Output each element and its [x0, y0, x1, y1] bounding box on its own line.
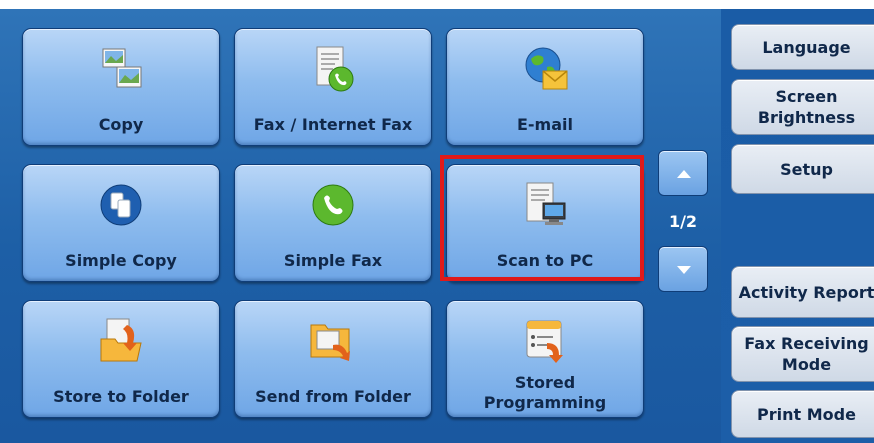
simple-fax-tile[interactable]: Simple Fax [234, 164, 432, 282]
send-from-folder-label: Send from Folder [255, 387, 411, 406]
simple-copy-tile[interactable]: Simple Copy [22, 164, 220, 282]
scan-to-pc-label: Scan to PC [496, 251, 594, 270]
language-button[interactable]: Language [731, 24, 874, 70]
fax-receiving-mode-line1: Fax Receiving [744, 334, 869, 353]
screen-brightness-line2: Brightness [757, 108, 856, 127]
page-down-button[interactable] [658, 246, 708, 292]
setup-button[interactable]: Setup [731, 144, 874, 194]
print-mode-button[interactable]: Print Mode [731, 390, 874, 438]
store-to-folder-tile[interactable]: Store to Folder [22, 300, 220, 418]
email-label: E-mail [516, 115, 573, 134]
arrow-up-icon [677, 170, 691, 178]
fax-internet-fax-label: Fax / Internet Fax [253, 115, 413, 134]
activity-report-label: Activity Report [738, 282, 874, 302]
stored-programming-label-line1: Stored [514, 373, 576, 392]
simple-copy-icon [100, 184, 142, 226]
send-from-folder-tile[interactable]: Send from Folder [234, 300, 432, 418]
phone-icon [312, 184, 354, 226]
stored-programming-icon [526, 320, 563, 363]
copy-icon [102, 48, 142, 88]
print-mode-label: Print Mode [757, 404, 856, 424]
fax-receiving-mode-button[interactable]: Fax Receiving Mode [731, 326, 874, 382]
scan-to-pc-icon [526, 182, 566, 225]
stored-programming-label-line2: Programming [483, 393, 607, 412]
simple-copy-label: Simple Copy [65, 251, 177, 270]
store-to-folder-label: Store to Folder [53, 387, 189, 406]
stored-programming-label: Stored Programming [447, 373, 643, 413]
stored-programming-tile[interactable]: Stored Programming [446, 300, 644, 418]
setup-label: Setup [780, 160, 833, 179]
fax-receiving-mode-line2: Mode [781, 355, 832, 374]
page-up-button[interactable] [658, 150, 708, 196]
email-globe-icon [525, 47, 568, 90]
fax-document-icon [316, 46, 354, 92]
page-indicator: 1/2 [668, 212, 698, 231]
screen-brightness-line1: Screen [775, 87, 838, 106]
language-label: Language [762, 37, 851, 57]
store-folder-icon [100, 318, 142, 362]
arrow-down-icon [677, 266, 691, 274]
activity-report-button[interactable]: Activity Report [731, 266, 874, 318]
email-tile[interactable]: E-mail [446, 28, 644, 146]
fax-internet-fax-tile[interactable]: Fax / Internet Fax [234, 28, 432, 146]
scan-to-pc-tile[interactable]: Scan to PC [446, 164, 644, 282]
copy-label: Copy [98, 115, 144, 134]
send-folder-icon [310, 324, 350, 361]
simple-fax-label: Simple Fax [283, 251, 383, 270]
screen-brightness-button[interactable]: Screen Brightness [731, 79, 874, 135]
copy-tile[interactable]: Copy [22, 28, 220, 146]
